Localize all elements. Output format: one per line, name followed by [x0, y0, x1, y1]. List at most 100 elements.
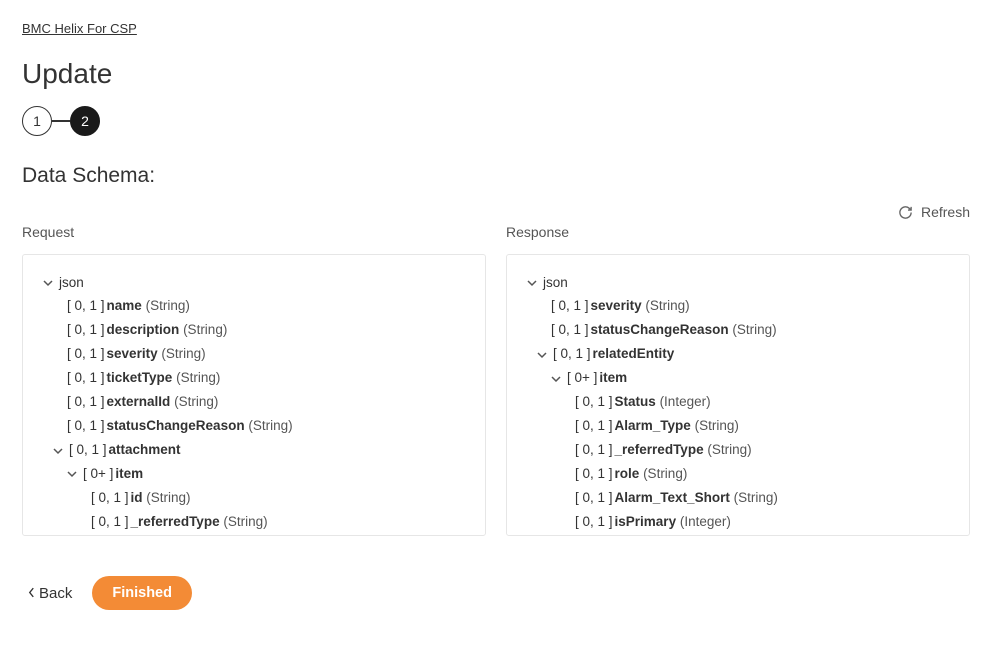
cardinality: [ 0, 1 ] [575, 415, 613, 438]
field-name: item [599, 367, 627, 390]
field-name: Alarm_Type [615, 415, 691, 438]
back-button[interactable]: Back [28, 585, 72, 602]
field-type: (String) [654, 535, 698, 536]
step-1[interactable]: 1 [22, 106, 52, 136]
breadcrumb[interactable]: BMC Helix For CSP [22, 21, 137, 36]
field-type: (String) [734, 487, 778, 510]
tree-node-json[interactable]: json [37, 271, 471, 295]
field-name: _referredType [615, 439, 704, 462]
refresh-label: Refresh [921, 204, 970, 220]
cardinality: [ 0, 1 ] [575, 511, 613, 534]
field-type: (String) [645, 295, 689, 318]
cardinality: [ 0, 1 ] [575, 463, 613, 486]
cardinality: [ 0+ ] [567, 367, 597, 390]
cardinality: [ 0, 1 ] [91, 487, 129, 510]
field-type: (Integer) [660, 391, 711, 414]
chevron-left-icon [28, 585, 35, 602]
cardinality: [ 0, 1 ] [575, 487, 613, 510]
tree-node: [ 0, 1 ] _referredType (String) [521, 439, 955, 463]
tree-node-item[interactable]: [ 0+ ] item [521, 367, 955, 391]
cardinality: [ 0, 1 ] [67, 391, 105, 414]
tree-node: [ 0, 1 ] Status (Integer) [521, 391, 955, 415]
tree-node: [ 0, 1 ] severity (String) [521, 295, 955, 319]
cardinality: [ 0, 1 ] [67, 295, 105, 318]
field-type: (String) [183, 319, 227, 342]
cardinality: [ 0, 1 ] [67, 415, 105, 438]
chevron-down-icon[interactable] [525, 276, 539, 290]
response-schema-box: json [ 0, 1 ] severity (String) [ 0, 1 ]… [506, 254, 970, 536]
tree-node: [ 0, 1 ] externalId (String) [37, 391, 471, 415]
chevron-down-icon[interactable] [549, 372, 563, 386]
tree-node: [ 0, 1 ] description (String) [37, 319, 471, 343]
field-name: Alarm_Text_Short [615, 487, 730, 510]
cardinality: [ 0, 1 ] [91, 535, 129, 536]
field-name: attachment [109, 439, 181, 462]
field-name: description [131, 535, 204, 536]
cardinality: [ 0, 1 ] [575, 439, 613, 462]
cardinality: [ 0, 1 ] [69, 439, 107, 462]
field-name: isPrimary [615, 511, 677, 534]
field-type: (String) [146, 295, 190, 318]
response-label: Response [506, 224, 970, 240]
back-label: Back [39, 585, 72, 602]
refresh-icon [898, 205, 913, 220]
tree-node-relatedentity[interactable]: [ 0, 1 ] relatedEntity [521, 343, 955, 367]
field-type: (String) [732, 319, 776, 342]
field-name: severity [591, 295, 642, 318]
cardinality: [ 0, 1 ] [551, 295, 589, 318]
node-label: json [59, 272, 84, 295]
field-name: severity [107, 343, 158, 366]
tree-node: [ 0, 1 ] isPrimary (Integer) [521, 510, 955, 534]
field-name: name [615, 535, 650, 536]
request-schema-box: json [ 0, 1 ] name (String) [ 0, 1 ] des… [22, 254, 486, 536]
tree-node: [ 0, 1 ] statusChangeReason (String) [521, 319, 955, 343]
tree-node: [ 0, 1 ] name (String) [37, 295, 471, 319]
field-name: externalId [107, 391, 171, 414]
cardinality: [ 0, 1 ] [553, 343, 591, 366]
field-name: statusChangeReason [591, 319, 729, 342]
cardinality: [ 0, 1 ] [575, 391, 613, 414]
section-title: Data Schema: [22, 164, 970, 188]
tree-node-attachment[interactable]: [ 0, 1 ] attachment [37, 439, 471, 463]
field-name: relatedEntity [593, 343, 675, 366]
cardinality: [ 0+ ] [83, 463, 113, 486]
field-name: name [107, 295, 142, 318]
finished-button[interactable]: Finished [92, 576, 192, 610]
tree-node: [ 0, 1 ] Alarm_Text_Short (String) [521, 486, 955, 510]
tree-node: [ 0, 1 ] id (String) [37, 486, 471, 510]
tree-node: [ 0, 1 ] name (String) [521, 534, 955, 536]
field-type: (String) [161, 343, 205, 366]
tree-node: [ 0, 1 ] Alarm_Type (String) [521, 415, 955, 439]
request-label: Request [22, 224, 486, 240]
field-type: (String) [643, 463, 687, 486]
field-type: (String) [707, 439, 751, 462]
refresh-button[interactable]: Refresh [898, 204, 970, 220]
field-type: (Integer) [680, 511, 731, 534]
field-name: id [131, 487, 143, 510]
field-name: Status [615, 391, 656, 414]
field-type: (String) [223, 511, 267, 534]
cardinality: [ 0, 1 ] [67, 319, 105, 342]
tree-node: [ 0, 1 ] description (String) [37, 534, 471, 536]
chevron-down-icon[interactable] [41, 276, 55, 290]
tree-node-json[interactable]: json [521, 271, 955, 295]
field-name: statusChangeReason [107, 415, 245, 438]
field-type: (String) [695, 415, 739, 438]
field-type: (String) [146, 487, 190, 510]
field-type: (String) [248, 415, 292, 438]
chevron-down-icon[interactable] [51, 444, 65, 458]
tree-node: [ 0, 1 ] ticketType (String) [37, 367, 471, 391]
cardinality: [ 0, 1 ] [67, 367, 105, 390]
step-2[interactable]: 2 [70, 106, 100, 136]
field-type: (String) [174, 391, 218, 414]
tree-node-item[interactable]: [ 0+ ] item [37, 463, 471, 487]
chevron-down-icon[interactable] [65, 467, 79, 481]
field-type: (String) [176, 367, 220, 390]
field-name: _referredType [131, 511, 220, 534]
node-label: json [543, 272, 568, 295]
chevron-down-icon[interactable] [535, 348, 549, 362]
tree-node: [ 0, 1 ] _referredType (String) [37, 510, 471, 534]
cardinality: [ 0, 1 ] [91, 511, 129, 534]
field-name: item [115, 463, 143, 486]
stepper: 1 2 [22, 106, 970, 136]
